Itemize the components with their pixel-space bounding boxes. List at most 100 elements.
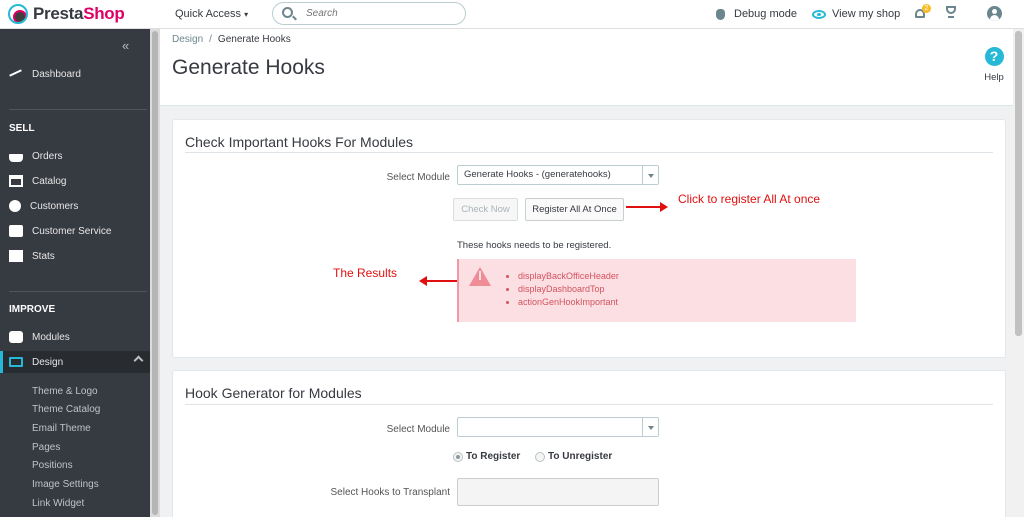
help-icon: ?	[984, 47, 1004, 66]
select-module-label: Select Module	[386, 424, 450, 435]
annotation-arrow-right	[626, 202, 668, 212]
sidebar-item-label: Orders	[32, 150, 63, 162]
sidebar-item-orders[interactable]: Orders	[0, 145, 150, 167]
caret-down-icon: ▾	[244, 10, 249, 19]
dropdown-caret-icon	[642, 418, 658, 436]
bar-chart-icon	[9, 250, 23, 262]
help-label: Help	[984, 72, 1004, 83]
search-input[interactable]	[306, 6, 456, 21]
user-avatar-icon[interactable]	[987, 6, 1002, 21]
view-my-shop-link[interactable]: View my shop	[812, 8, 900, 20]
sidebar-item-customer-service[interactable]: Customer Service	[0, 220, 150, 242]
search-icon[interactable]	[282, 7, 293, 18]
sidebar-item-catalog[interactable]: Catalog	[0, 170, 150, 192]
breadcrumb: Design / Generate Hooks	[172, 34, 291, 45]
check-hooks-panel: Check Important Hooks For Modules Select…	[172, 119, 1006, 358]
sidebar-subitem-pages[interactable]: Pages	[32, 442, 60, 453]
results-alert: displayBackOfficeHeader displayDashboard…	[457, 259, 856, 322]
trophy-base	[948, 16, 954, 18]
list-item: displayBackOfficeHeader	[518, 270, 619, 283]
annotation-results: The Results	[333, 266, 398, 280]
annotation-arrow-left	[419, 276, 458, 286]
check-now-button[interactable]: Check Now	[453, 198, 518, 221]
store-icon	[9, 175, 23, 187]
sidebar-item-modules[interactable]: Modules	[0, 326, 150, 348]
puzzle-icon	[9, 331, 23, 343]
annotation-register-all: Click to register All At once	[678, 192, 821, 206]
prestashop-logo[interactable]: PrestaShop	[8, 4, 125, 24]
notification-badge: 2	[922, 4, 931, 13]
radio-label: To Unregister	[548, 451, 613, 462]
breadcrumb-parent-link[interactable]: Design	[172, 34, 203, 45]
quick-access-dropdown[interactable]: Quick Access ▾	[175, 8, 248, 20]
sidebar-subitem-email-theme[interactable]: Email Theme	[32, 423, 91, 434]
sidebar-divider	[9, 291, 147, 292]
hooks-list: displayBackOfficeHeader displayDashboard…	[518, 270, 619, 309]
sidebar-item-dashboard[interactable]: Dashboard	[0, 63, 150, 85]
dropdown-caret-icon	[642, 166, 658, 184]
register-all-button[interactable]: Register All At Once	[525, 198, 624, 221]
select-hooks-label: Select Hooks to Transplant	[330, 487, 450, 498]
radio-to-unregister[interactable]: To Unregister	[535, 451, 612, 462]
section-title-sell: SELL	[9, 123, 35, 134]
radio-label: To Register	[466, 451, 521, 462]
sidebar-item-label: Customer Service	[32, 225, 112, 237]
trophy-icon[interactable]	[945, 6, 957, 20]
sidebar-subitem-positions[interactable]: Positions	[32, 460, 73, 471]
sidebar-item-design[interactable]: Design	[0, 351, 150, 373]
logo-presta: Presta	[33, 4, 84, 23]
radio-button-checked[interactable]	[453, 451, 463, 462]
select-module-value: Generate Hooks - (generatehooks)	[464, 169, 611, 180]
sidebar-scrollbar[interactable]	[150, 29, 160, 517]
top-bar: PrestaShop Quick Access ▾ Debug mode Vie…	[0, 0, 1024, 29]
collapse-sidebar-icon[interactable]: «	[122, 38, 129, 53]
bug-icon	[716, 8, 725, 20]
sidebar-divider	[9, 109, 147, 110]
select-module-label: Select Module	[386, 172, 450, 183]
notifications-bell-icon[interactable]: 2	[914, 4, 931, 20]
search-box[interactable]	[272, 2, 466, 25]
section-title-improve: IMPROVE	[9, 304, 56, 315]
radio-button[interactable]	[535, 451, 545, 462]
quick-access-label: Quick Access	[175, 8, 242, 20]
select-module-dropdown[interactable]: Generate Hooks - (generatehooks)	[457, 165, 659, 185]
page-scrollbar-thumb[interactable]	[1015, 31, 1022, 336]
warning-icon-mark	[479, 271, 481, 280]
sidebar-item-customers[interactable]: Customers	[0, 195, 150, 217]
chevron-up-icon[interactable]	[133, 355, 144, 366]
view-my-shop-label: View my shop	[832, 8, 901, 20]
trending-up-icon	[9, 68, 23, 80]
eye-icon	[812, 9, 826, 19]
page-header: Design / Generate Hooks Generate Hooks ? H…	[160, 29, 1024, 106]
select-module-dropdown[interactable]	[457, 417, 659, 437]
debug-mode-link[interactable]: Debug mode	[716, 8, 797, 20]
page-title: Generate Hooks	[172, 56, 325, 79]
basket-icon	[9, 154, 23, 162]
breadcrumb-current: Generate Hooks	[217, 34, 291, 45]
account-circle-icon	[9, 200, 21, 212]
hooks-hint-text: These hooks needs to be registered.	[457, 240, 612, 251]
sidebar-item-label: Customers	[30, 200, 79, 212]
sidebar-subitem-theme-catalog[interactable]: Theme Catalog	[32, 404, 100, 415]
sidebar-item-label: Catalog	[32, 175, 67, 187]
logo-shop: Shop	[83, 4, 125, 23]
sidebar-item-label: Dashboard	[32, 68, 81, 80]
panel-title: Hook Generator for Modules	[185, 385, 362, 401]
prestashop-logo-icon	[8, 4, 28, 24]
main-content: Design / Generate Hooks Generate Hooks ? H…	[160, 29, 1024, 517]
panel-title-divider	[185, 404, 993, 405]
page-scrollbar[interactable]	[1013, 29, 1024, 517]
hooks-transplant-field[interactable]	[457, 478, 659, 506]
sidebar-item-label: Design	[32, 356, 64, 368]
sidebar-item-stats[interactable]: Stats	[0, 245, 150, 267]
help-button[interactable]: ? Help	[979, 47, 1009, 83]
desktop-icon	[9, 357, 23, 367]
sidebar-scrollbar-thumb[interactable]	[152, 31, 158, 515]
radio-to-register[interactable]: To Register	[453, 451, 520, 462]
sidebar-subitem-theme-logo[interactable]: Theme & Logo	[32, 386, 98, 397]
list-item: actionGenHookImportant	[518, 296, 619, 309]
logo-text: PrestaShop	[33, 4, 125, 24]
sidebar-subitem-image-settings[interactable]: Image Settings	[32, 479, 99, 490]
debug-mode-label: Debug mode	[734, 8, 797, 20]
sidebar-subitem-link-widget[interactable]: Link Widget	[32, 498, 84, 509]
